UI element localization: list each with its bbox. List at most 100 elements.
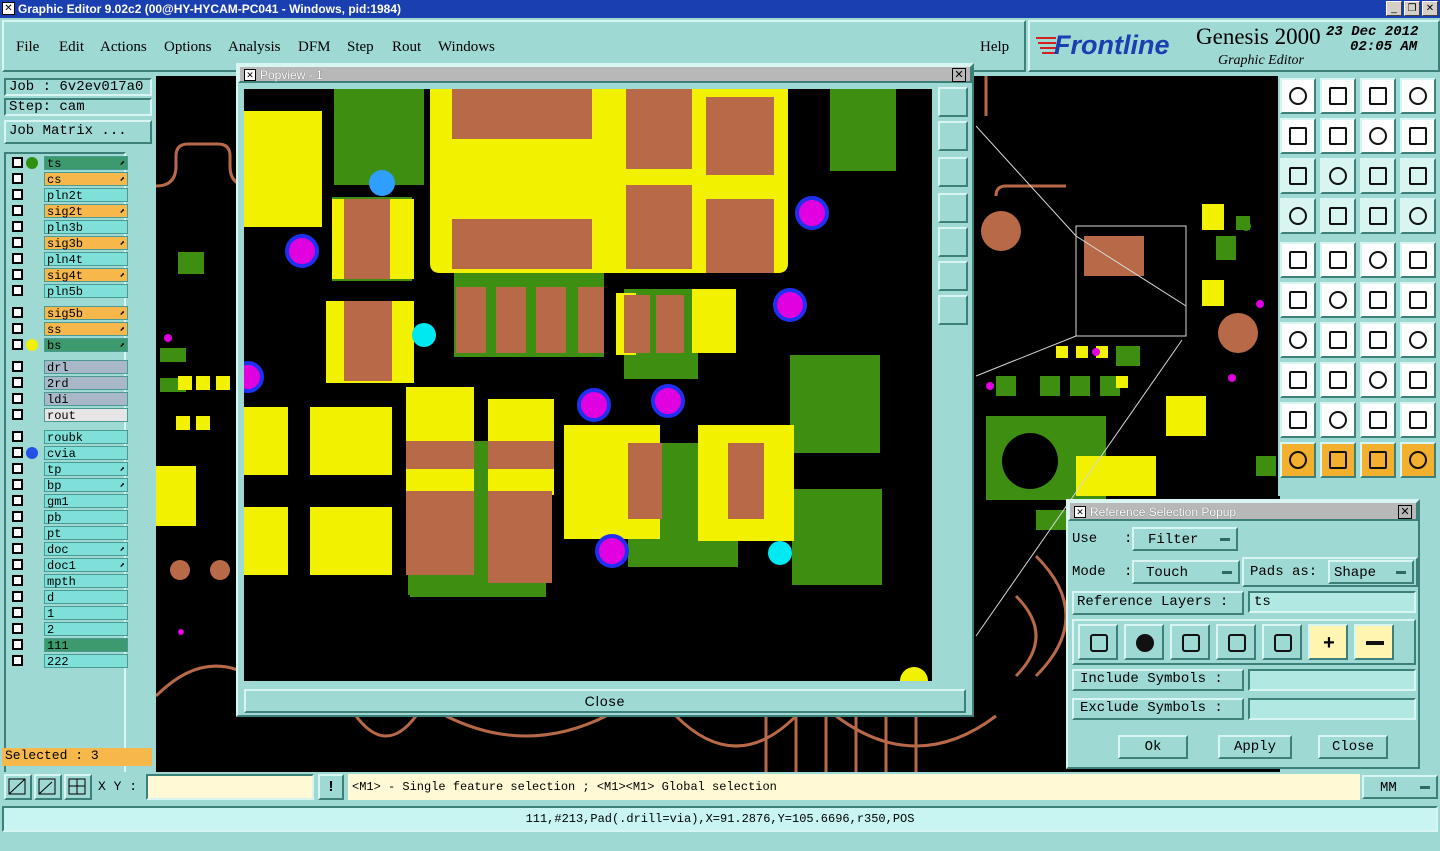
menu-actions[interactable]: Actions — [100, 39, 147, 56]
help-tool-button[interactable] — [1400, 158, 1436, 194]
refpopup-close-icon[interactable]: ✕ — [1398, 505, 1412, 519]
reference-layers-button[interactable]: Reference Layers : — [1072, 591, 1244, 615]
rotate-tool-button[interactable] — [1360, 322, 1396, 358]
snap-grid-button[interactable] — [64, 774, 92, 800]
layer-row[interactable]: drl — [10, 360, 130, 375]
layer-name[interactable]: 2 — [44, 622, 128, 637]
use-option-menu[interactable]: Filter — [1132, 527, 1238, 551]
units-option-menu[interactable]: MM — [1362, 775, 1438, 799]
layer-checkbox[interactable] — [12, 495, 23, 506]
layer-checkbox[interactable] — [12, 447, 23, 458]
layer-row[interactable]: sig3b ⬈ — [10, 236, 130, 251]
layer-red2-tool-button[interactable] — [1400, 198, 1436, 234]
layer-name[interactable]: mpth — [44, 574, 128, 589]
pan-right-tool-button[interactable] — [1320, 118, 1356, 154]
layer-row[interactable]: mpth — [10, 574, 130, 589]
layer-row[interactable]: sig5b ⬈ — [10, 306, 130, 321]
popview-fit-button[interactable] — [938, 295, 968, 325]
pan-left-tool-button[interactable] — [1280, 118, 1316, 154]
layer-checkbox[interactable] — [12, 543, 23, 554]
menu-analysis[interactable]: Analysis — [228, 39, 281, 56]
layer-row[interactable]: bs ⬈ — [10, 338, 130, 353]
layer-checkbox[interactable] — [12, 269, 23, 280]
layer-name[interactable]: sig4t ⬈ — [44, 268, 128, 283]
layer-name[interactable]: ss ⬈ — [44, 322, 128, 337]
popview-pan-left-button[interactable] — [938, 193, 968, 223]
layer-row[interactable]: 1 — [10, 606, 130, 621]
layer-name[interactable]: pt — [44, 526, 128, 541]
layer-row[interactable]: gm1 — [10, 494, 130, 509]
zoom-area-button[interactable] — [4, 774, 32, 800]
popview-canvas[interactable] — [244, 89, 932, 681]
layer-checkbox[interactable] — [12, 189, 23, 200]
layer-name[interactable]: rout — [44, 408, 128, 423]
arc3-tool-button[interactable] — [1400, 402, 1436, 438]
move-blue-tool-button[interactable] — [1400, 282, 1436, 318]
layer-name[interactable]: pln2t — [44, 188, 128, 203]
layer-name[interactable]: roubk — [44, 430, 128, 445]
menu-dfm[interactable]: DFM — [298, 39, 331, 56]
layer-row[interactable]: ss ⬈ — [10, 322, 130, 337]
layer-checkbox[interactable] — [12, 409, 23, 420]
layer-row[interactable]: ldi — [10, 392, 130, 407]
one-to-one-tool-button[interactable] — [1360, 158, 1396, 194]
exclude-symbols-button[interactable]: Exclude Symbols : — [1072, 698, 1244, 720]
layer-name[interactable]: d — [44, 590, 128, 605]
layer-checkbox[interactable] — [12, 253, 23, 264]
layer-checkbox[interactable] — [12, 479, 23, 490]
arc-tool-button[interactable] — [1320, 402, 1356, 438]
arc-filter-button[interactable] — [1216, 624, 1256, 660]
surface-filter-button[interactable] — [1170, 624, 1210, 660]
layer-checkbox[interactable] — [12, 607, 23, 618]
measure-tool-button[interactable] — [1360, 242, 1396, 278]
popview-zoom-window-button[interactable] — [938, 87, 968, 117]
menu-options[interactable]: Options — [164, 39, 212, 56]
exclude-symbols-input[interactable] — [1248, 698, 1416, 720]
layer-checkbox[interactable] — [12, 205, 23, 216]
layer-name[interactable]: pln3b — [44, 220, 128, 235]
restore-button[interactable]: ❐ — [1404, 1, 1420, 16]
layer-checkbox[interactable] — [12, 323, 23, 334]
layer-red-tool-button[interactable] — [1360, 198, 1396, 234]
close-button[interactable]: Close — [1318, 735, 1388, 759]
layer-name[interactable]: pln5b — [44, 284, 128, 299]
move-red-tool-button[interactable] — [1360, 282, 1396, 318]
layer-row[interactable]: 222 — [10, 654, 130, 669]
menu-help[interactable]: Help — [980, 39, 1009, 56]
popview-pan-up-button[interactable] — [938, 121, 968, 151]
layer-row[interactable]: pb — [10, 510, 130, 525]
flip-tool-button[interactable] — [1360, 118, 1396, 154]
layer-checkbox[interactable] — [12, 527, 23, 538]
triangle-tool-button[interactable] — [1280, 402, 1316, 438]
layer-checkbox[interactable] — [12, 591, 23, 602]
layer-name[interactable]: sig2t ⬈ — [44, 204, 128, 219]
layer-row[interactable]: ts ⬈ — [10, 156, 130, 171]
layer-name[interactable]: 1 — [44, 606, 128, 621]
menu-rout[interactable]: Rout — [392, 39, 421, 56]
layer-checkbox[interactable] — [12, 361, 23, 372]
layer-row[interactable]: 2rd — [10, 376, 130, 391]
arc2-tool-button[interactable] — [1360, 402, 1396, 438]
window-tool-button[interactable] — [1400, 78, 1436, 114]
copy-tool-button[interactable] — [1280, 362, 1316, 398]
layer-checkbox[interactable] — [12, 157, 23, 168]
home-up-tool-button[interactable] — [1280, 78, 1316, 114]
arrows-tool-button[interactable] — [1400, 118, 1436, 154]
layer-checkbox[interactable] — [12, 575, 23, 586]
popview-zoom-in-button[interactable] — [938, 261, 968, 291]
layer-name[interactable]: cs ⬈ — [44, 172, 128, 187]
line-tool-button[interactable] — [1320, 322, 1356, 358]
layer-name[interactable]: sig5b ⬈ — [44, 306, 128, 321]
home-down-tool-button[interactable] — [1320, 78, 1356, 114]
line-filter-button[interactable] — [1078, 624, 1118, 660]
layer-checkbox[interactable] — [12, 221, 23, 232]
layer-checkbox[interactable] — [12, 377, 23, 388]
layer-row[interactable]: sig4t ⬈ — [10, 268, 130, 283]
layer-row[interactable]: 111 — [10, 638, 130, 653]
layer-row[interactable]: pt — [10, 526, 130, 541]
layer-name[interactable]: pb — [44, 510, 128, 525]
layer-name[interactable]: pln4t — [44, 252, 128, 267]
reference-layers-input[interactable]: ts — [1248, 591, 1416, 613]
layer-checkbox[interactable] — [12, 431, 23, 442]
window-close-button[interactable]: ✕ — [1422, 1, 1438, 16]
